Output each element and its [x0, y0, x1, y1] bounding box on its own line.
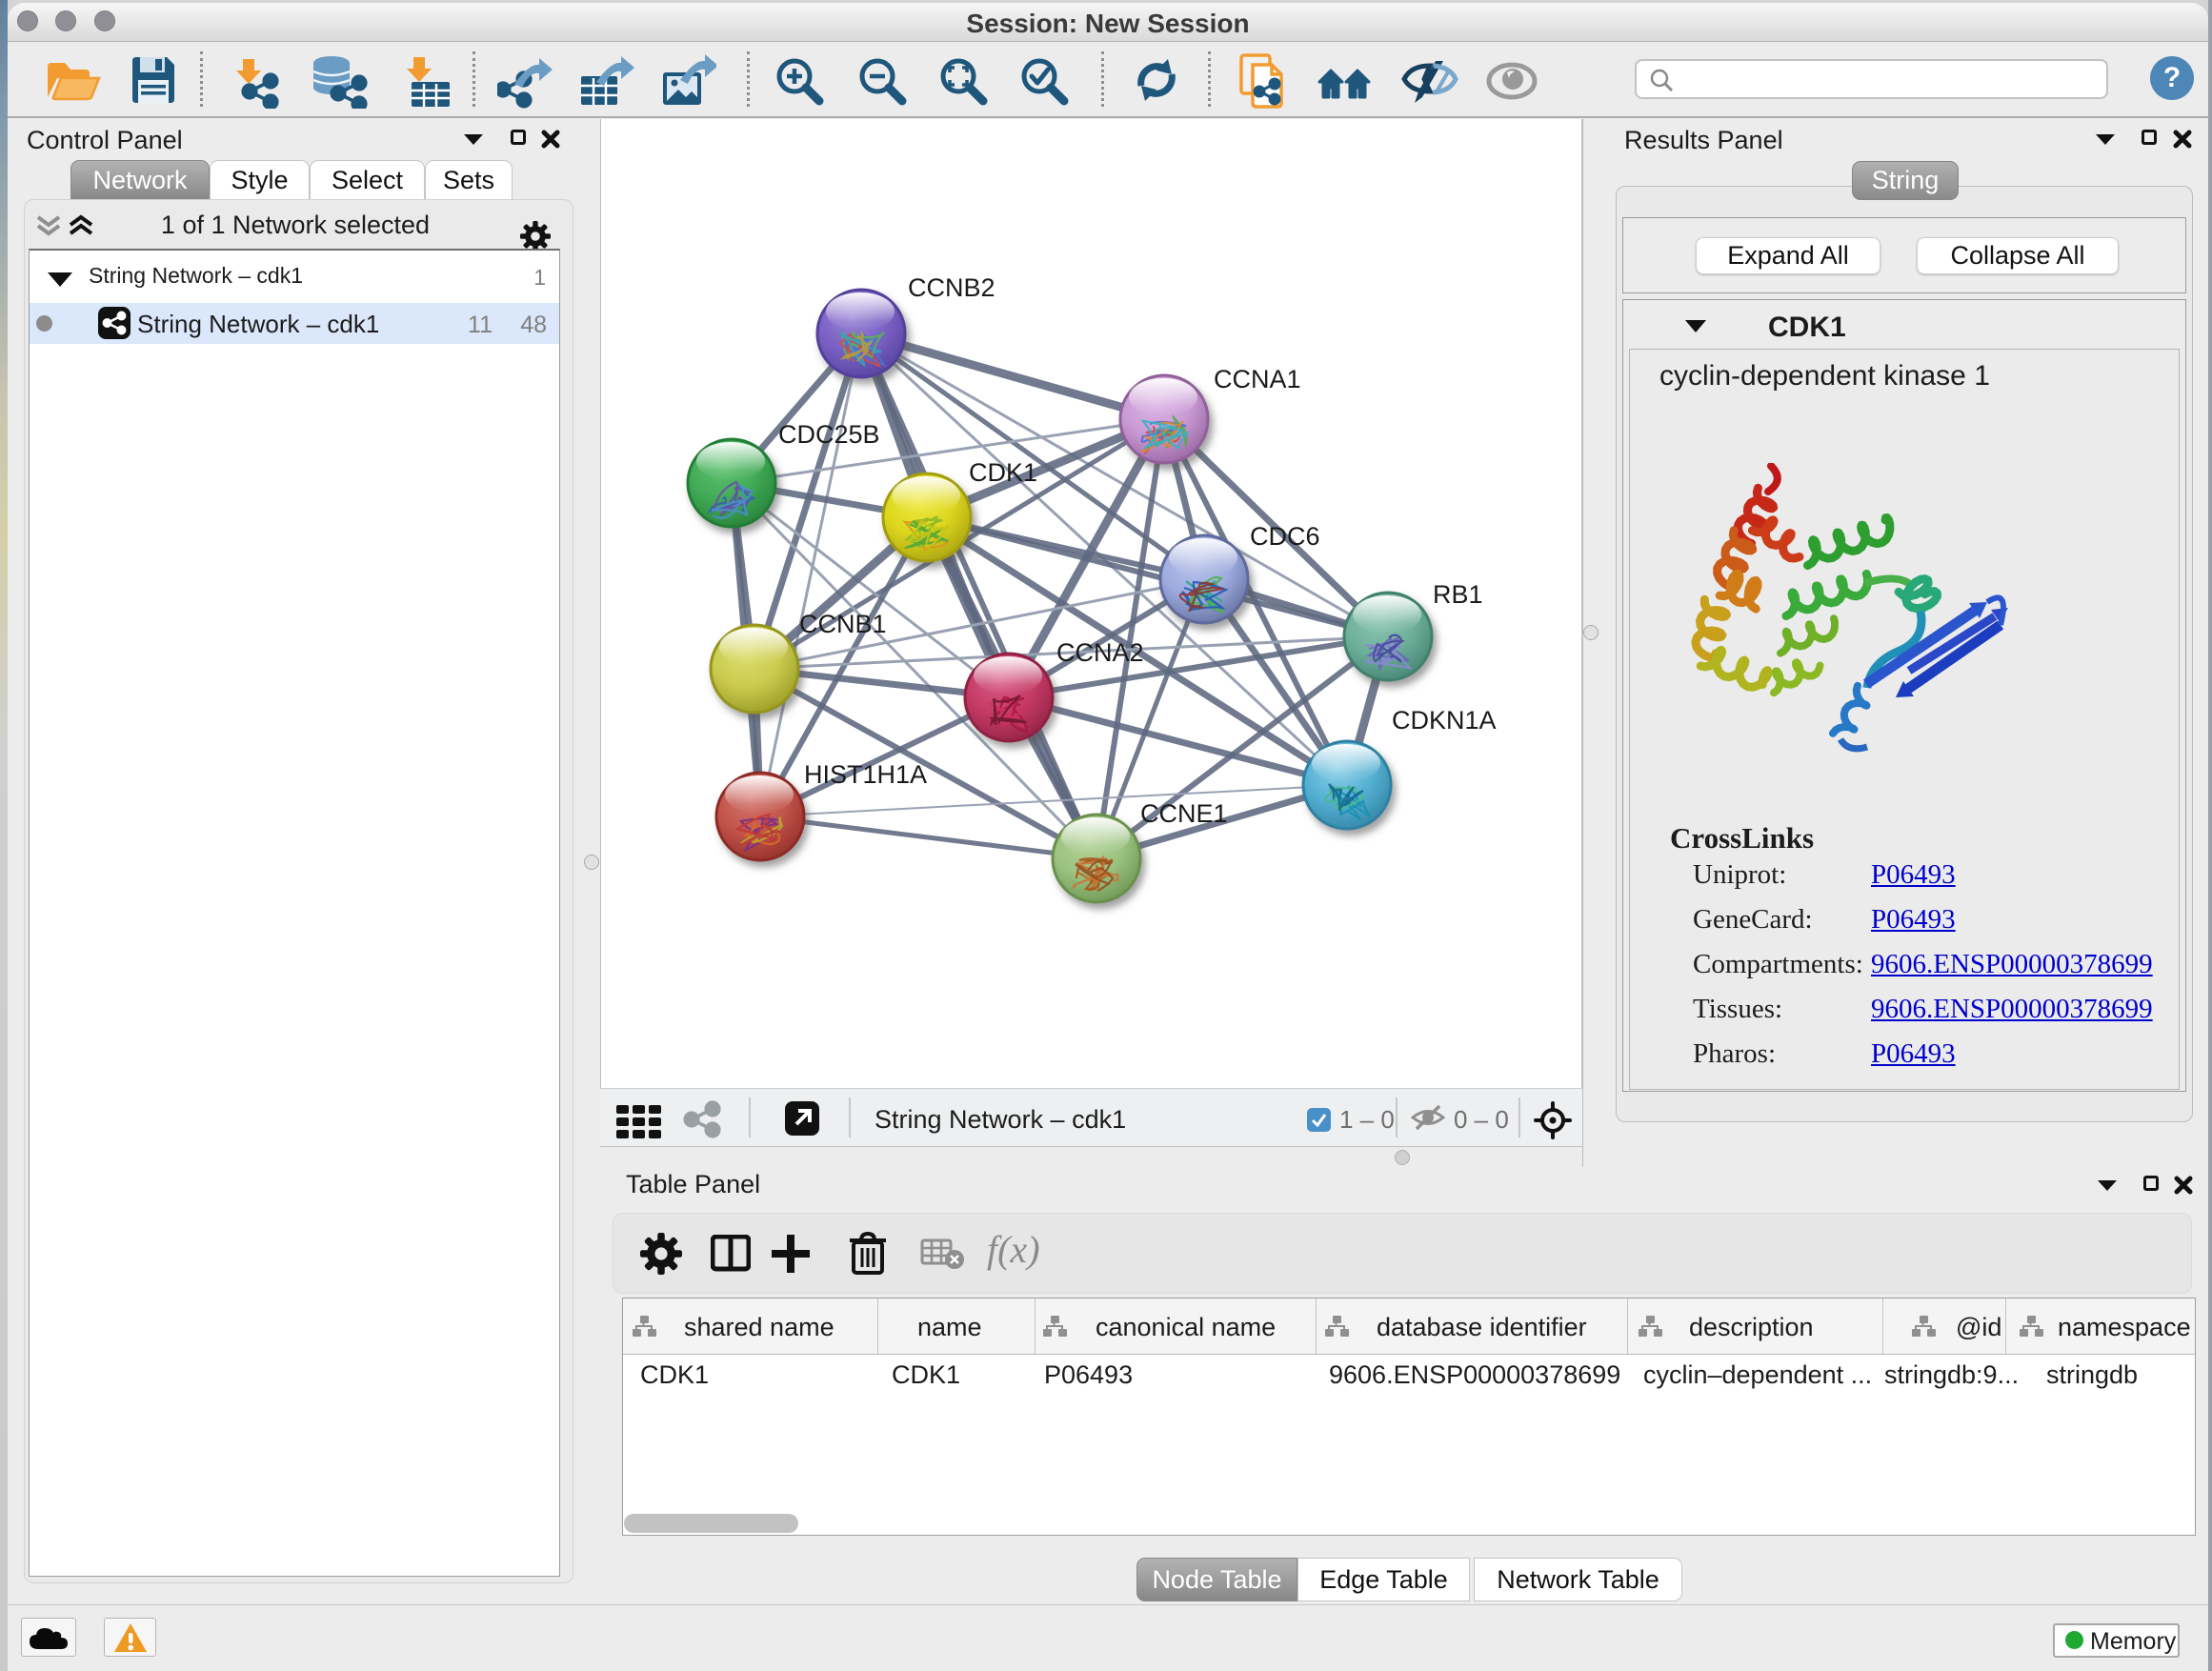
svg-text:CCNB2: CCNB2 [908, 273, 995, 302]
svg-text:HIST1H1A: HIST1H1A [804, 760, 927, 789]
svg-text:CDC25B: CDC25B [778, 420, 880, 449]
svg-text:CDK1: CDK1 [969, 458, 1037, 487]
svg-text:CCNA1: CCNA1 [1214, 365, 1301, 393]
svg-text:CCNB1: CCNB1 [799, 610, 887, 638]
svg-text:CCNA2: CCNA2 [1056, 638, 1144, 667]
svg-text:CDKN1A: CDKN1A [1392, 706, 1497, 735]
svg-text:CCNE1: CCNE1 [1140, 799, 1228, 828]
svg-text:RB1: RB1 [1433, 580, 1483, 609]
svg-text:CDC6: CDC6 [1250, 522, 1320, 551]
